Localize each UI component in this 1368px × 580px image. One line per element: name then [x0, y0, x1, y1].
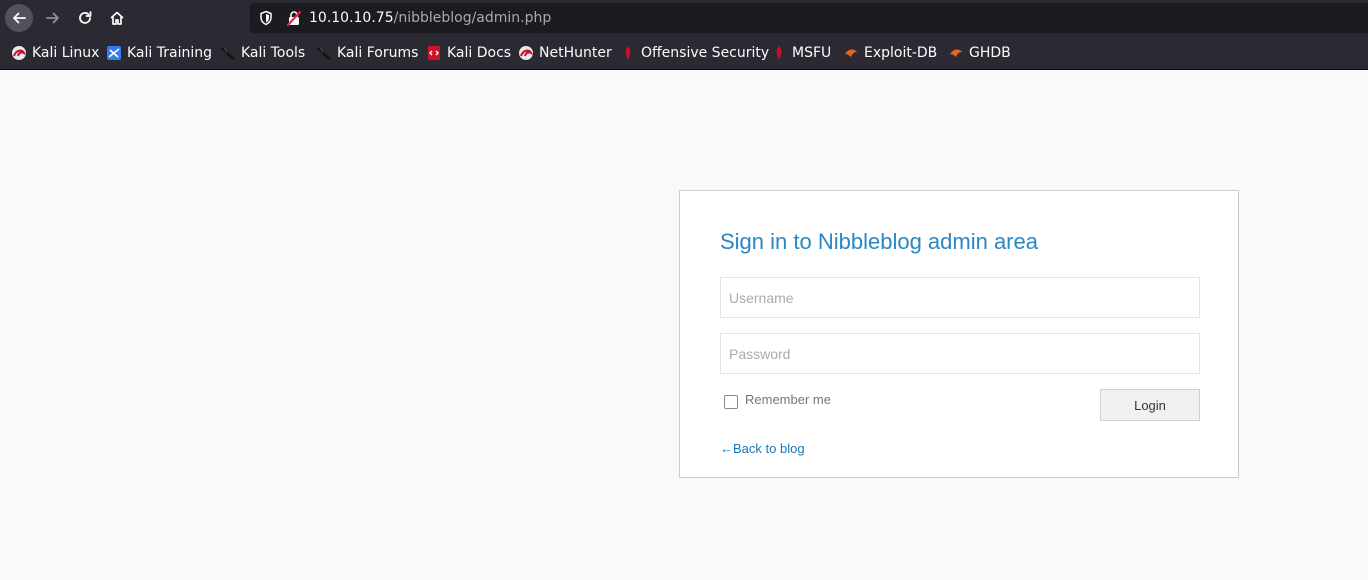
insecure-lock-icon[interactable]: [286, 10, 302, 26]
bookmark-ghdb[interactable]: GHDB: [948, 44, 1011, 62]
bookmark-label: Offensive Security: [641, 45, 770, 61]
username-input[interactable]: [720, 277, 1200, 318]
reload-icon: [79, 11, 92, 24]
remember-me[interactable]: Remember me: [724, 392, 831, 409]
home-button[interactable]: [103, 4, 131, 32]
bookmark-kali-linux[interactable]: Kali Linux: [11, 44, 99, 62]
bookmark-kali-docs[interactable]: Kali Docs: [426, 44, 511, 62]
login-button[interactable]: Login: [1100, 389, 1200, 421]
nethunter-icon: [519, 46, 534, 60]
kali-dragon-icon: [12, 46, 27, 60]
bookmark-label: Kali Forums: [337, 45, 419, 61]
forward-button[interactable]: [39, 4, 67, 32]
arrow-right-icon: [46, 12, 59, 24]
back-to-blog-link[interactable]: ←Back to blog: [720, 441, 805, 456]
bookmark-label: Exploit-DB: [864, 45, 938, 61]
url-host: 10.10.10.75: [309, 10, 394, 26]
bookmark-kali-tools[interactable]: Kali Tools: [220, 44, 305, 62]
login-box: Sign in to Nibbleblog admin area Remembe…: [679, 190, 1239, 478]
login-title: Sign in to Nibbleblog admin area: [720, 229, 1038, 254]
url-bar[interactable]: 10.10.10.75/nibbleblog/admin.php: [250, 3, 1368, 33]
bookmark-label: Kali Linux: [32, 45, 100, 61]
bookmark-label: Kali Training: [127, 45, 212, 61]
home-icon: [110, 11, 124, 25]
password-input[interactable]: [720, 333, 1200, 374]
bookmark-exploit-db[interactable]: Exploit-DB: [843, 44, 937, 62]
remember-me-checkbox[interactable]: [724, 394, 738, 409]
back-button[interactable]: [5, 4, 33, 32]
offsec-icon: [625, 46, 631, 60]
bookmark-kali-training[interactable]: Kali Training: [106, 44, 212, 62]
bookmark-nethunter[interactable]: NetHunter: [518, 44, 612, 62]
reload-button[interactable]: [71, 4, 99, 32]
url-text[interactable]: 10.10.10.75/nibbleblog/admin.php: [309, 9, 551, 27]
exploit-db-icon: [845, 49, 857, 57]
url-path: /nibbleblog/admin.php: [393, 10, 552, 26]
ghdb-icon: [950, 49, 962, 57]
bookmarks-toolbar: Kali Linux Kali Training Kali Tools Kali…: [0, 36, 1368, 70]
bookmark-kali-forums[interactable]: Kali Forums: [316, 44, 418, 62]
shield-icon[interactable]: [258, 10, 274, 26]
remember-me-label: Remember me: [745, 392, 831, 407]
bookmark-label: MSFU: [792, 45, 832, 61]
kali-forums-icon: [317, 46, 331, 60]
bookmark-label: Kali Tools: [241, 45, 306, 61]
kali-tools-icon: [221, 46, 235, 60]
kali-training-icon: [107, 46, 121, 60]
kali-docs-icon: [428, 46, 440, 60]
msfu-icon: [776, 46, 782, 60]
browser-toolbar: 10.10.10.75/nibbleblog/admin.php: [0, 0, 1368, 36]
bookmark-label: Kali Docs: [447, 45, 512, 61]
bookmark-offensive-security[interactable]: Offensive Security: [620, 44, 769, 62]
bookmark-label: NetHunter: [539, 45, 612, 61]
bookmark-label: GHDB: [969, 45, 1011, 61]
bookmark-msfu[interactable]: MSFU: [771, 44, 831, 62]
arrow-left-icon: [13, 12, 26, 24]
